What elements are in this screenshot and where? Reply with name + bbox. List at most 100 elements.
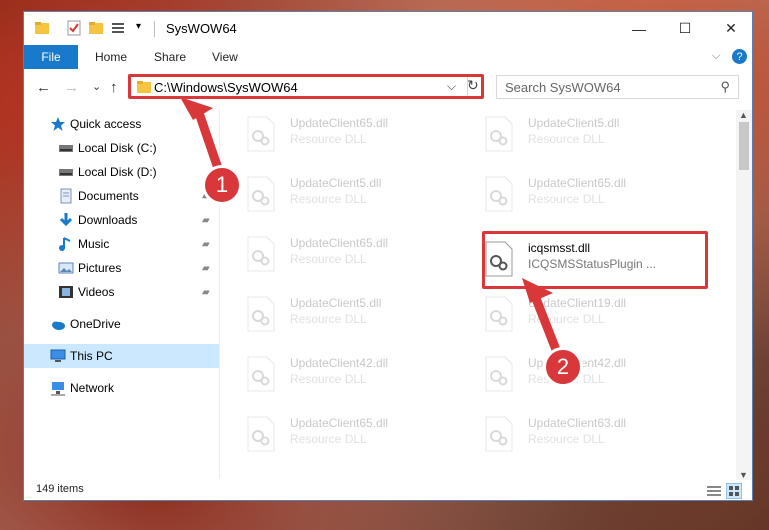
sidebar-item-label: Network [70,381,115,395]
sidebar-item-label: Local Disk (C:) [78,141,157,155]
back-button[interactable]: ← [36,79,51,96]
file-list: UpdateClient65.dll Resource DLL UpdateCl… [220,108,734,476]
cloud-icon [52,321,65,330]
file-name: UpdateClient65.dll [290,236,389,250]
documents-icon [60,188,72,204]
close-button[interactable]: ✕ [708,12,754,45]
details-view-icon[interactable] [706,484,722,498]
address-row: ← → ⌄ ↑ C:\Windows\SysWOW64 ⌵ ↻ Search S… [24,72,752,102]
file-name: UpdateClient65.dll [528,176,627,190]
folder-icon [35,22,49,34]
file-name: UpdateClient5.dll [290,176,382,190]
sidebar-item-onedrive[interactable]: OneDrive [24,312,219,336]
tab-home[interactable]: Home [95,50,127,64]
file-name: UpdateClient65.dll [290,116,389,130]
recent-locations-button[interactable]: ⌄ [92,80,101,93]
file-item[interactable]: UpdateClient65.dll Resource DLL [220,408,448,460]
music-icon [59,237,71,251]
pin-icon[interactable]: ▰ [202,287,210,298]
file-item[interactable]: UpdateClient65.dll Resource DLL [220,228,448,280]
search-input[interactable]: Search SysWOW64 ⚲ [496,75,739,99]
scroll-down-icon[interactable]: ▼ [739,470,748,480]
file-type: Resource DLL [290,432,367,446]
sidebar-item-pictures[interactable]: Pictures ▰ [24,256,219,280]
file-highlight-box [482,231,708,289]
new-folder-icon[interactable] [88,20,104,36]
computer-icon [50,349,66,362]
file-item[interactable]: UpdateClient42.dll Resource DLL [220,348,448,400]
minimize-button[interactable]: — [616,12,662,45]
pin-icon[interactable]: ▰ [202,263,210,274]
dll-file-icon [247,116,275,152]
sidebar-item-local-disk-c[interactable]: Local Disk (C:) [24,136,219,160]
sidebar-item-music[interactable]: Music ▰ [24,232,219,256]
file-name: UpdateClient5.dll [290,296,382,310]
dll-file-icon [485,116,513,152]
file-type: Resource DLL [528,132,605,146]
search-icon[interactable]: ⚲ [720,79,730,95]
download-icon [59,213,73,227]
search-placeholder: Search SysWOW64 [505,80,621,95]
dll-file-icon [485,176,513,212]
file-name: UpdateClient65.dll [290,416,389,430]
qa-dropdown-icon[interactable]: ▾ [136,21,152,37]
file-item[interactable]: UpdateClient5.dll Resource DLL [220,168,448,220]
properties-icon[interactable] [66,20,82,36]
file-type: Resource DLL [528,192,605,206]
sidebar-item-documents[interactable]: Documents ▰ [24,184,219,208]
pin-icon[interactable]: ▰ [202,239,210,250]
network-icon [51,382,65,396]
step-2-badge: 2 [543,347,583,387]
drive-icon [59,145,73,152]
vertical-scrollbar[interactable]: ▲ ▼ [736,110,752,480]
star-icon [51,117,65,131]
dll-file-icon [247,356,275,392]
title-separator [154,21,155,37]
sidebar-item-label: Music [78,237,110,251]
file-type: Resource DLL [528,432,605,446]
file-item[interactable]: UpdateClient65.dll Resource DLL [458,168,686,220]
file-type: Resource DLL [528,312,605,326]
sidebar-item-network[interactable]: Network [24,376,219,400]
sidebar-item-downloads[interactable]: Downloads ▰ [24,208,219,232]
up-button[interactable]: ↑ [110,79,118,96]
drive-icon [59,169,73,176]
file-explorer-window: ▾ SysWOW64 — ☐ ✕ File Home Share View ⌵ … [23,11,753,501]
file-type: Resource DLL [290,132,367,146]
sidebar-item-quick-access[interactable]: Quick access [24,112,219,136]
tab-view[interactable]: View [212,50,238,64]
pin-icon[interactable]: ▰ [202,215,210,226]
tab-share[interactable]: Share [154,50,186,64]
sidebar-item-local-disk-d[interactable]: Local Disk (D:) [24,160,219,184]
sidebar-item-label: Local Disk (D:) [78,165,157,179]
scrollbar-thumb[interactable] [739,122,749,170]
sidebar-item-this-pc[interactable]: This PC [24,344,219,368]
file-item[interactable]: UpdateClient65.dll Resource DLL [220,108,448,160]
sidebar-item-videos[interactable]: Videos ▰ [24,280,219,304]
file-item[interactable]: UpdateClient19.dll Resource DLL [458,288,686,340]
forward-button[interactable]: → [64,79,79,96]
file-item[interactable]: UpdateClient5.dll Resource DLL [458,108,686,160]
navigation-pane: Quick access Local Disk (C:) Local Disk … [24,108,219,478]
address-highlight-box [128,74,484,99]
sidebar-item-label: Videos [78,285,115,299]
sidebar-item-label: Downloads [78,213,138,227]
file-item[interactable]: UpdateClient5.dll Resource DLL [220,288,448,340]
dll-file-icon [247,236,275,272]
help-icon[interactable]: ? [732,49,747,64]
chevron-down-icon[interactable]: ⌵ [712,50,720,63]
large-icons-view-icon[interactable] [726,483,742,499]
file-name: UpdateClient42.dll [290,356,389,370]
maximize-button[interactable]: ☐ [662,12,708,45]
customize-icon[interactable] [110,20,126,36]
file-name: UpdateClient19.dll [528,296,627,310]
sidebar-item-label: OneDrive [70,317,121,331]
window-title: SysWOW64 [166,21,237,36]
tab-file[interactable]: File [24,45,78,69]
sidebar-item-label: Pictures [78,261,122,275]
file-type: Resource DLL [290,312,367,326]
file-item[interactable]: UpdateClient63.dll Resource DLL [458,408,686,460]
dll-file-icon [247,416,275,452]
scroll-up-icon[interactable]: ▲ [739,110,748,120]
file-name: UpdateClient63.dll [528,416,627,430]
